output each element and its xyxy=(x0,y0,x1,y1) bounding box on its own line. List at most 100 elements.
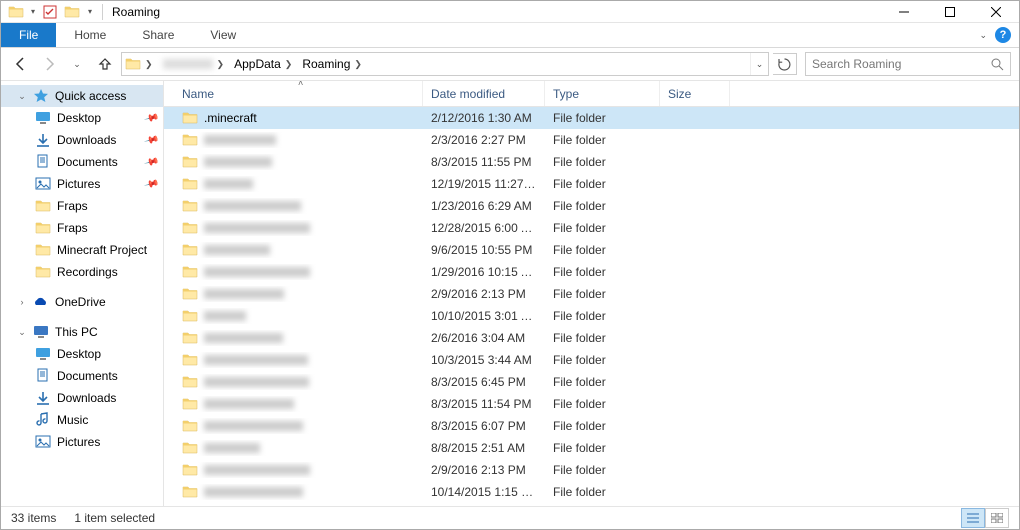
help-icon[interactable]: ? xyxy=(995,27,1011,43)
sidebar-item-fraps[interactable]: Fraps xyxy=(1,195,163,217)
file-row[interactable]: 8/3/2015 11:55 PMFile folder xyxy=(164,151,1019,173)
pc-item-pictures[interactable]: Pictures xyxy=(1,431,163,453)
breadcrumb-roaming[interactable]: Roaming xyxy=(302,57,350,71)
close-button[interactable] xyxy=(973,1,1019,23)
folder-icon xyxy=(182,176,198,192)
pin-icon: 📌 xyxy=(143,176,159,192)
search-input[interactable]: Search Roaming xyxy=(805,52,1011,76)
minimize-button[interactable] xyxy=(881,1,927,23)
downloads-icon xyxy=(35,390,51,406)
item-count: 33 items xyxy=(11,511,56,525)
title-bar: ▾ ▾ Roaming xyxy=(1,1,1019,23)
file-row[interactable]: 2/9/2016 2:13 PMFile folder xyxy=(164,459,1019,481)
ribbon-expand-icon[interactable]: ⌄ xyxy=(979,30,987,41)
file-row[interactable]: 2/3/2016 2:27 PMFile folder xyxy=(164,129,1019,151)
view-tab[interactable]: View xyxy=(192,23,254,47)
pictures-icon xyxy=(35,176,51,192)
folder-icon xyxy=(182,154,198,170)
folder-icon xyxy=(182,286,198,302)
breadcrumb-appdata[interactable]: AppData xyxy=(234,57,281,71)
folder-icon xyxy=(182,418,198,434)
selection-count: 1 item selected xyxy=(74,511,155,525)
pc-item-desktop[interactable]: Desktop xyxy=(1,343,163,365)
column-headers[interactable]: Name˄ Date modified Type Size xyxy=(164,81,1019,107)
folder-icon xyxy=(182,462,198,478)
file-row[interactable]: 9/6/2015 10:55 PMFile folder xyxy=(164,239,1019,261)
forward-button xyxy=(37,52,61,76)
sort-indicator-icon: ˄ xyxy=(298,81,303,88)
file-row[interactable]: 1/29/2016 10:15 AMFile folder xyxy=(164,261,1019,283)
downloads-icon xyxy=(35,132,51,148)
sidebar-item-fraps[interactable]: Fraps xyxy=(1,217,163,239)
file-row[interactable]: 2/6/2016 3:04 AMFile folder xyxy=(164,327,1019,349)
pin-icon: 📌 xyxy=(143,132,159,148)
file-row[interactable]: 1/23/2016 6:29 AMFile folder xyxy=(164,195,1019,217)
onedrive[interactable]: › OneDrive xyxy=(1,291,163,313)
qat-folder-icon[interactable] xyxy=(5,1,27,23)
quick-access[interactable]: ⌄ Quick access xyxy=(1,85,163,107)
folder-icon xyxy=(182,352,198,368)
column-name[interactable]: Name˄ xyxy=(174,81,423,106)
sidebar-item-minecraft-project[interactable]: Minecraft Project xyxy=(1,239,163,261)
column-date[interactable]: Date modified xyxy=(423,81,545,106)
pin-icon: 📌 xyxy=(143,154,159,170)
sidebar-item-pictures[interactable]: Pictures📌 xyxy=(1,173,163,195)
file-row[interactable]: 10/14/2015 1:15 PMFile folder xyxy=(164,481,1019,503)
file-row[interactable]: 8/8/2015 2:51 AMFile folder xyxy=(164,437,1019,459)
window-title: Roaming xyxy=(112,5,160,19)
address-bar-row: ⌄ ❯ ❯ AppData❯ Roaming❯ ⌄ Search Roaming xyxy=(1,48,1019,81)
back-button[interactable] xyxy=(9,52,33,76)
music-icon xyxy=(35,412,51,428)
column-type[interactable]: Type xyxy=(545,81,660,106)
file-row[interactable]: 8/3/2015 11:54 PMFile folder xyxy=(164,393,1019,415)
file-row[interactable]: 10/10/2015 3:01 AMFile folder xyxy=(164,305,1019,327)
folder-icon xyxy=(182,440,198,456)
sidebar-item-recordings[interactable]: Recordings xyxy=(1,261,163,283)
sidebar-item-desktop[interactable]: Desktop📌 xyxy=(1,107,163,129)
documents-icon xyxy=(35,154,51,170)
folder-icon xyxy=(35,242,51,258)
pc-item-documents[interactable]: Documents xyxy=(1,365,163,387)
share-tab[interactable]: Share xyxy=(124,23,192,47)
address-bar[interactable]: ❯ ❯ AppData❯ Roaming❯ ⌄ xyxy=(121,52,769,76)
this-pc[interactable]: ⌄ This PC xyxy=(1,321,163,343)
onedrive-icon xyxy=(33,294,49,310)
qat-newfolder-icon[interactable] xyxy=(61,1,83,23)
folder-icon xyxy=(182,220,198,236)
address-dropdown-icon[interactable]: ⌄ xyxy=(750,53,768,75)
ribbon-tabs: File Home Share View ⌄ ? xyxy=(1,23,1019,48)
thumbnails-view-button[interactable] xyxy=(985,508,1009,528)
pc-item-downloads[interactable]: Downloads xyxy=(1,387,163,409)
folder-icon xyxy=(182,132,198,148)
recent-locations-button[interactable]: ⌄ xyxy=(65,52,89,76)
up-button[interactable] xyxy=(93,52,117,76)
sidebar-item-documents[interactable]: Documents📌 xyxy=(1,151,163,173)
folder-icon xyxy=(182,396,198,412)
folder-icon xyxy=(182,198,198,214)
qat-properties-icon[interactable] xyxy=(39,1,61,23)
folder-icon xyxy=(35,220,51,236)
folder-icon xyxy=(182,264,198,280)
file-row[interactable]: 8/3/2015 6:07 PMFile folder xyxy=(164,415,1019,437)
file-row[interactable]: 10/3/2015 3:44 AMFile folder xyxy=(164,349,1019,371)
file-row[interactable]: 8/3/2015 6:45 PMFile folder xyxy=(164,371,1019,393)
details-view-button[interactable] xyxy=(961,508,985,528)
pc-item-music[interactable]: Music xyxy=(1,409,163,431)
qat-dropdown-icon[interactable]: ▾ xyxy=(27,1,39,23)
file-tab[interactable]: File xyxy=(1,23,56,47)
desktop-icon xyxy=(35,110,51,126)
file-row[interactable]: 12/28/2015 6:00 AMFile folder xyxy=(164,217,1019,239)
file-row[interactable]: .minecraft2/12/2016 1:30 AMFile folder xyxy=(164,107,1019,129)
pin-icon: 📌 xyxy=(143,110,159,126)
folder-icon xyxy=(182,308,198,324)
folder-icon xyxy=(182,242,198,258)
qat-customize-icon[interactable]: ▾ xyxy=(83,1,97,23)
column-size[interactable]: Size xyxy=(660,81,730,106)
sidebar-item-downloads[interactable]: Downloads📌 xyxy=(1,129,163,151)
file-row[interactable]: 12/19/2015 11:27 …File folder xyxy=(164,173,1019,195)
file-row[interactable]: 2/9/2016 2:13 PMFile folder xyxy=(164,283,1019,305)
refresh-button[interactable] xyxy=(773,53,797,75)
maximize-button[interactable] xyxy=(927,1,973,23)
navigation-pane[interactable]: ⌄ Quick access Desktop📌Downloads📌Documen… xyxy=(1,81,164,506)
home-tab[interactable]: Home xyxy=(56,23,124,47)
